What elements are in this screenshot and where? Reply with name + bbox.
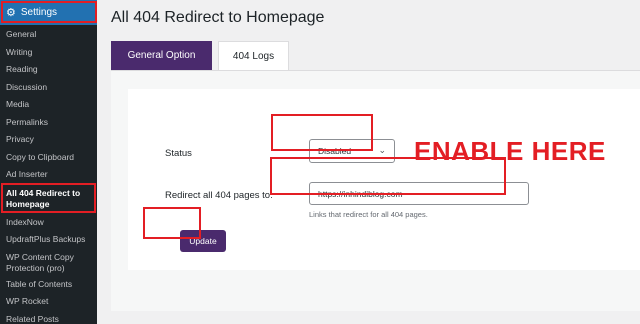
sidebar-item-discussion[interactable]: Discussion xyxy=(0,79,97,97)
settings-submenu: General Writing Reading Discussion Media… xyxy=(0,26,97,324)
redirect-label: Redirect all 404 pages to: xyxy=(165,190,273,201)
tab-general-option[interactable]: General Option xyxy=(111,41,212,70)
redirect-help-text: Links that redirect for all 404 pages. xyxy=(309,210,428,219)
sidebar-item-table-of-contents[interactable]: Table of Contents xyxy=(0,276,97,294)
sidebar-item-reading[interactable]: Reading xyxy=(0,61,97,79)
sidebar-item-writing[interactable]: Writing xyxy=(0,44,97,62)
sidebar-item-privacy[interactable]: Privacy xyxy=(0,131,97,149)
active-item-highlight-box xyxy=(1,183,96,213)
sidebar-item-media[interactable]: Media xyxy=(0,96,97,114)
update-highlight-box xyxy=(143,207,201,239)
admin-sidebar: ⚙ Settings General Writing Reading Discu… xyxy=(0,0,97,324)
status-label: Status xyxy=(165,148,192,159)
sidebar-item-wp-rocket[interactable]: WP Rocket xyxy=(0,293,97,311)
sidebar-item-updraftplus[interactable]: UpdraftPlus Backups xyxy=(0,231,97,249)
sidebar-item-wp-content-copy-protection[interactable]: WP Content Copy Protection (pro) xyxy=(0,249,97,276)
page-title: All 404 Redirect to Homepage xyxy=(111,9,325,26)
sidebar-item-ad-inserter[interactable]: Ad Inserter xyxy=(0,166,97,184)
sidebar-item-indexnow[interactable]: IndexNow xyxy=(0,214,97,232)
chevron-down-icon: ⌄ xyxy=(378,145,386,155)
sidebar-item-general[interactable]: General xyxy=(0,26,97,44)
status-highlight-box xyxy=(271,114,373,151)
settings-highlight-box xyxy=(1,1,97,23)
redirect-highlight-box xyxy=(270,157,506,195)
sidebar-item-related-posts[interactable]: Related Posts xyxy=(0,311,97,324)
tab-404-logs[interactable]: 404 Logs xyxy=(218,41,289,70)
sidebar-item-permalinks[interactable]: Permalinks xyxy=(0,114,97,132)
sidebar-item-copy-to-clipboard[interactable]: Copy to Clipboard xyxy=(0,149,97,167)
